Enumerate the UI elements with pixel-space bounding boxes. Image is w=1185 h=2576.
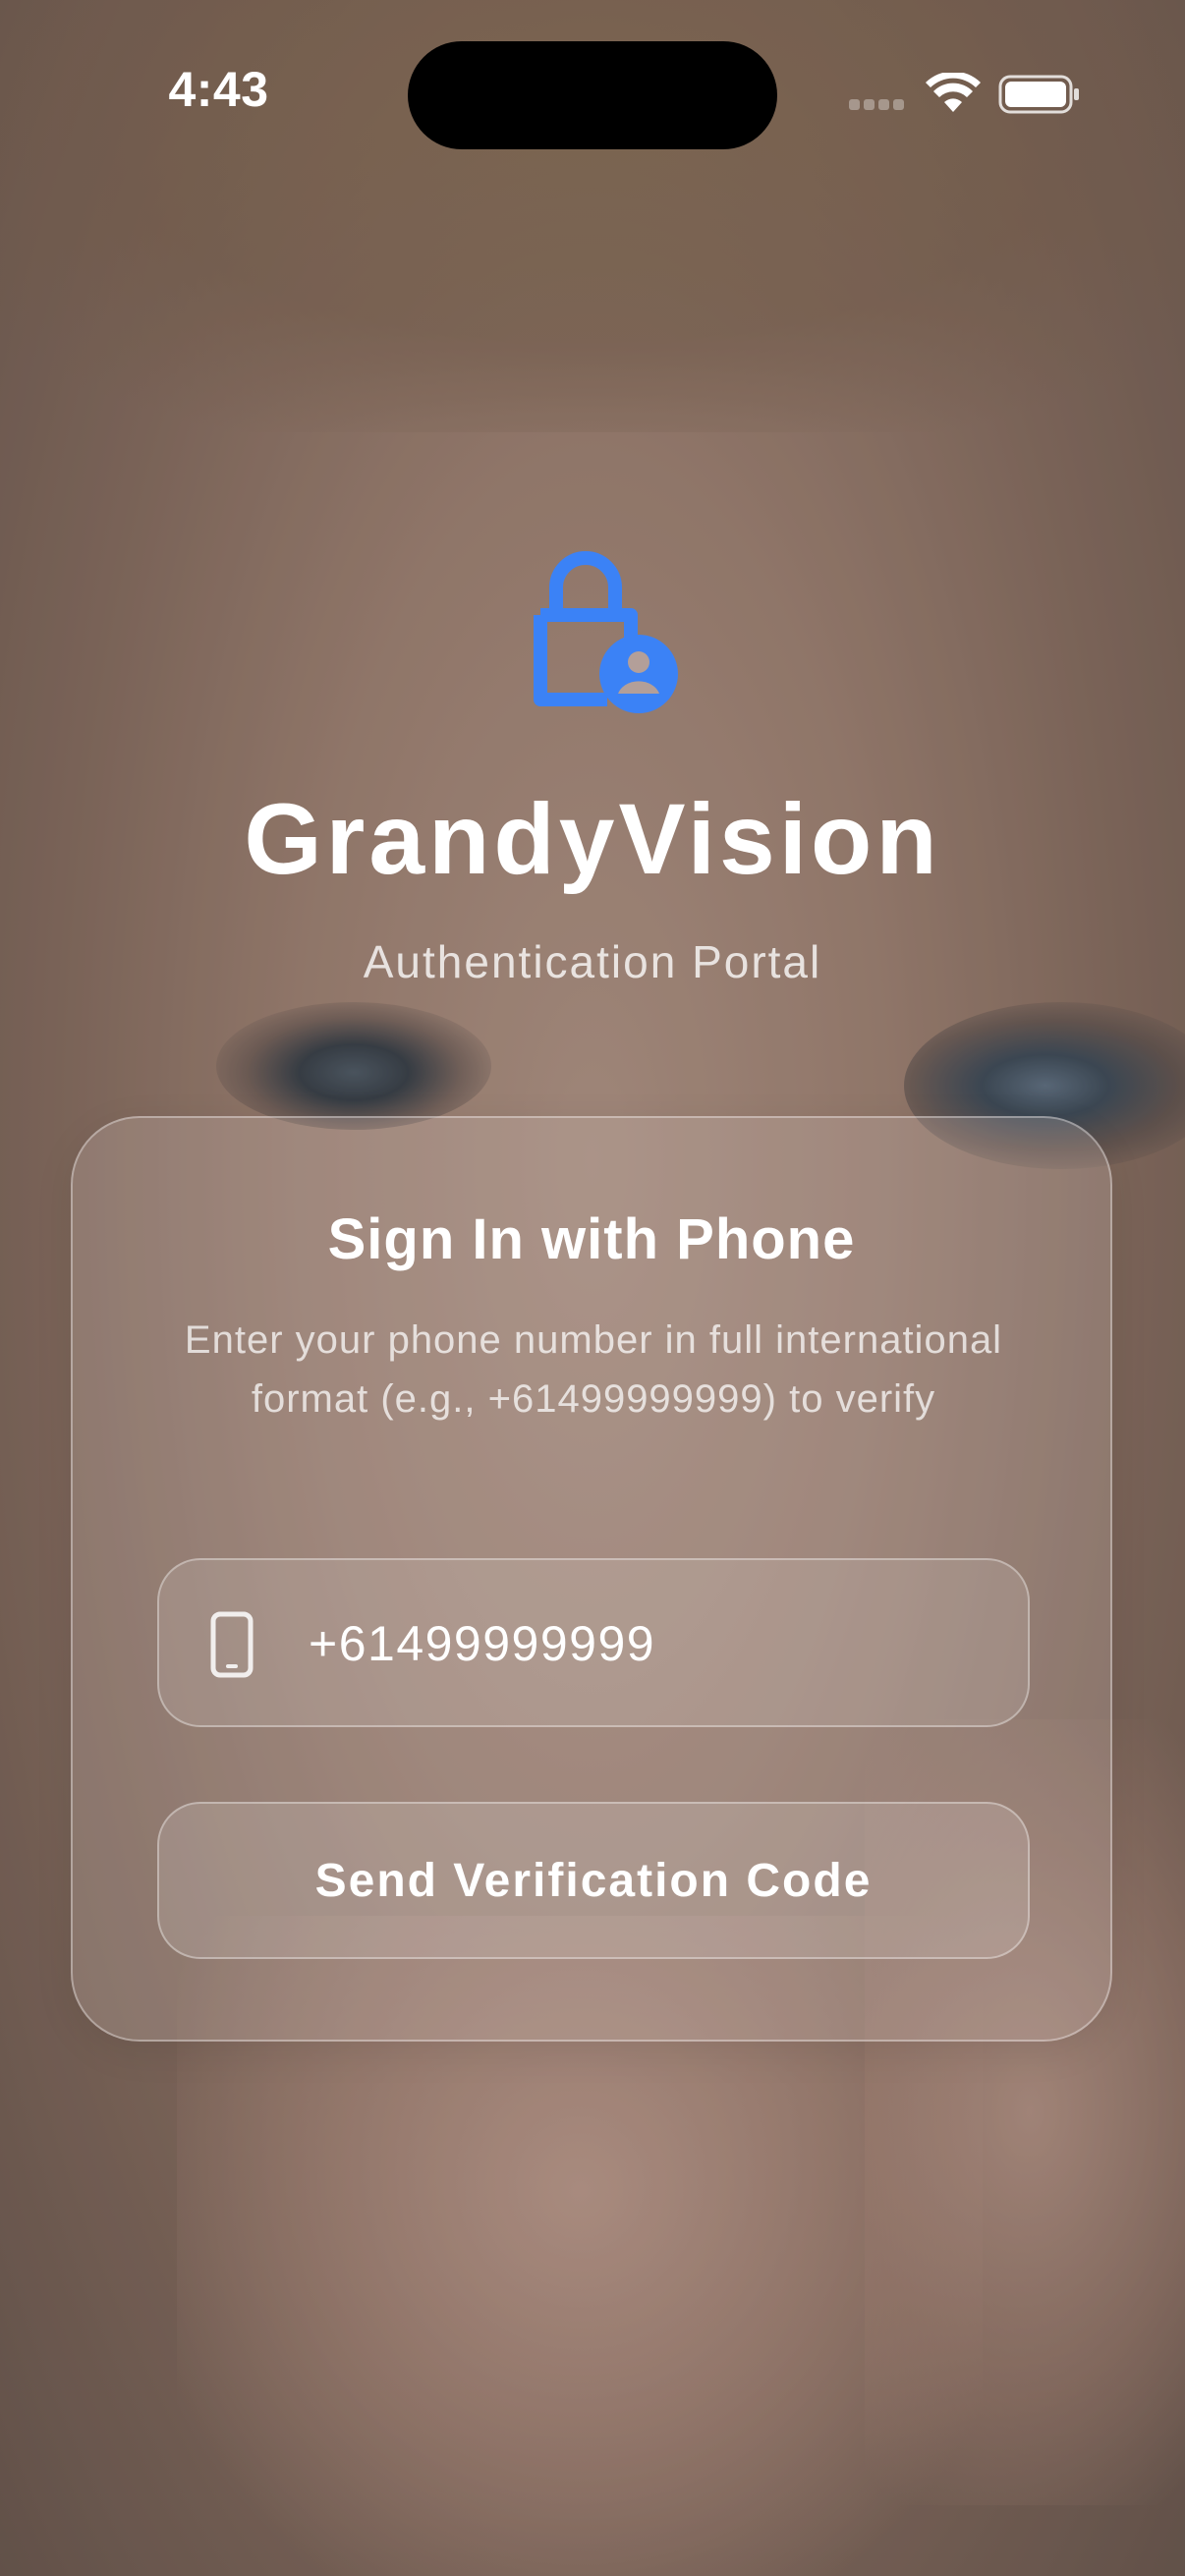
send-verification-code-button[interactable]: Send Verification Code <box>157 1802 1030 1959</box>
battery-icon <box>998 75 1079 114</box>
background-photo-eye-left <box>216 1002 491 1130</box>
app-subtitle: Authentication Portal <box>363 936 822 987</box>
app-title: GrandyVision <box>244 783 941 895</box>
card-description: Enter your phone number in full internat… <box>184 1318 1003 1421</box>
phone-number-input[interactable] <box>309 1599 996 1688</box>
card-title: Sign In with Phone <box>327 1207 856 1271</box>
status-bar: 4:43 <box>0 0 1185 196</box>
app-screen: 4:43 GrandyVision Authentication Portal … <box>0 0 1185 2576</box>
smartphone-icon <box>210 1611 254 1678</box>
lock-person-icon <box>534 551 678 713</box>
wifi-icon <box>926 73 981 112</box>
dynamic-island <box>408 41 777 149</box>
status-time: 4:43 <box>168 62 269 117</box>
phone-number-field[interactable] <box>157 1558 1030 1727</box>
sign-in-card: Sign In with Phone Enter your phone numb… <box>71 1116 1112 2042</box>
cellular-signal-icon <box>849 92 908 116</box>
